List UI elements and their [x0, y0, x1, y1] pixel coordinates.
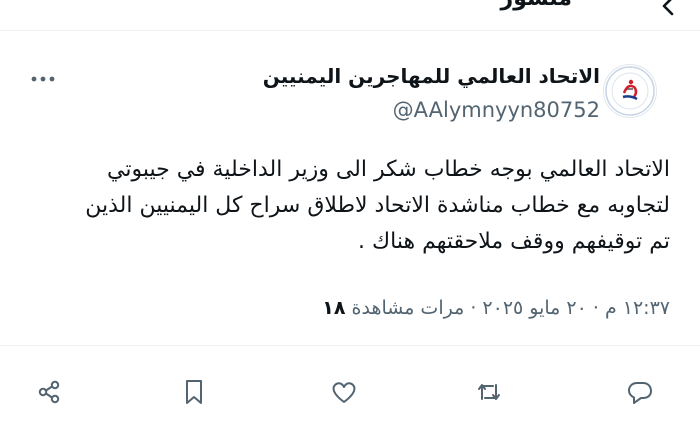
views-count: ١٨ [322, 297, 346, 319]
meta-separator: · [470, 297, 477, 319]
heart-icon[interactable] [324, 372, 364, 412]
action-bar [0, 372, 700, 412]
divider [0, 345, 700, 346]
author-name[interactable]: الاتحاد العالمي للمهاجرين اليمنيين [263, 64, 600, 88]
tweet-date[interactable]: ٢٠ مايو ٢٠٢٥ [482, 297, 586, 319]
author-handle[interactable]: @AAlymnyyn80752 [393, 98, 600, 122]
union-logo-icon [605, 66, 655, 116]
bookmark-icon[interactable] [174, 372, 214, 412]
reply-icon[interactable] [620, 372, 660, 412]
avatar[interactable] [603, 64, 657, 118]
tweet-time[interactable]: ١٢:٣٧ م [605, 297, 670, 319]
page-title: منشور [501, 0, 572, 11]
chevron-left-icon[interactable] [654, 0, 684, 22]
retweet-icon[interactable] [469, 372, 509, 412]
top-bar: منشور [0, 0, 700, 31]
tweet-text: الاتحاد العالمي بوجه خطاب شكر الى وزير ا… [85, 157, 670, 254]
tweet-meta: ١٢:٣٧ م · ٢٠ مايو ٢٠٢٥ · مرات مشاهدة ١٨ [322, 297, 670, 319]
share-icon[interactable] [29, 372, 69, 412]
views-label: مرات مشاهدة [351, 297, 465, 319]
meta-separator: · [592, 297, 599, 319]
more-icon[interactable] [26, 62, 60, 96]
